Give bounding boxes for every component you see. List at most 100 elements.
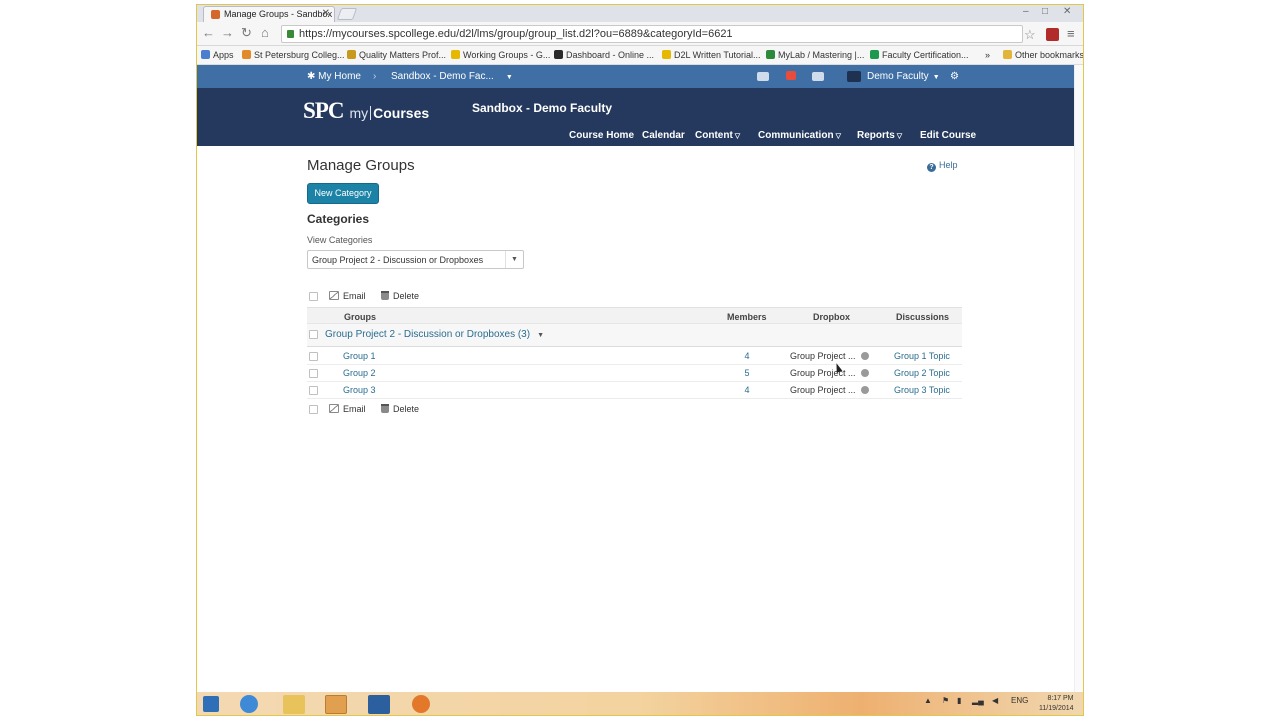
bookmark-dashboard[interactable]: Dashboard - Online ... (554, 50, 654, 60)
info-icon[interactable] (860, 386, 869, 394)
category-link[interactable]: Group Project 2 - Discussion or Dropboxe… (325, 329, 544, 340)
group-name-link[interactable]: Group 1 (343, 351, 376, 361)
bookmark-favicon-icon (242, 50, 251, 59)
dropbox-link[interactable]: Group Project ... (790, 351, 856, 361)
page-content: Manage Groups ? Help New Category Categor… (197, 146, 1083, 692)
dropbox-link[interactable]: Group Project ... (790, 368, 856, 378)
tab-close-icon[interactable]: ✕ (322, 8, 330, 19)
minimize-icon[interactable]: – (1023, 6, 1029, 17)
alert-icon[interactable] (786, 71, 796, 83)
bookmark-working-groups[interactable]: Working Groups - G... (451, 50, 550, 60)
user-avatar-icon (847, 71, 861, 85)
reload-icon[interactable]: ↻ (241, 26, 252, 40)
bookmark-favicon-icon (870, 50, 879, 59)
star-icon[interactable]: ☆ (1024, 27, 1036, 43)
file-explorer-icon[interactable] (283, 695, 305, 714)
group-name-link[interactable]: Group 3 (343, 385, 376, 395)
discussion-link[interactable]: Group 2 Topic (894, 368, 950, 378)
members-count-link[interactable]: 4 (737, 385, 757, 395)
browser-tab[interactable]: Manage Groups - Sandbox ✕ (203, 6, 335, 22)
bookmark-other[interactable]: Other bookmarks (1003, 50, 1084, 60)
bookmark-apps[interactable]: Apps (201, 50, 234, 60)
chevron-down-icon: ▼ (505, 74, 513, 81)
info-icon[interactable] (860, 352, 869, 360)
page-scrollbar[interactable] (1074, 65, 1083, 692)
row-checkbox[interactable] (309, 352, 318, 361)
spc-mycourses-logo[interactable]: SPC my Courses (303, 98, 429, 124)
bookmark-label: D2L Written Tutorial... (674, 50, 761, 60)
nav-communication[interactable]: Communication ▽ (758, 130, 841, 141)
delete-action[interactable]: Delete (381, 291, 419, 301)
lync-icon[interactable] (368, 695, 390, 714)
chevron-down-icon[interactable]: ▼ (537, 332, 544, 339)
table-row: Group 3 4 Group Project ... Group 3 Topi… (307, 382, 962, 399)
bookmark-d2l-tutorial[interactable]: D2L Written Tutorial... (662, 50, 761, 60)
volume-icon[interactable]: ◀ (992, 696, 998, 705)
chevron-down-icon: ▼ (505, 251, 523, 268)
delete-action-bottom[interactable]: Delete (381, 404, 419, 414)
windows-taskbar: ▲ ⚑ ▮ ▂▄ ◀ ENG 8:17 PM 11/19/2014 (197, 692, 1083, 715)
back-icon[interactable]: ← (202, 26, 215, 40)
network-tray-icon[interactable]: ▮ (957, 696, 961, 705)
chevron-down-icon: ▼ (932, 74, 940, 81)
new-tab-button[interactable] (336, 8, 358, 20)
new-category-button[interactable]: New Category (307, 183, 379, 204)
my-home-link[interactable]: ✱ My Home (307, 71, 361, 82)
email-action-bottom[interactable]: Email (329, 404, 366, 414)
help-link[interactable]: ? Help (927, 160, 958, 172)
nav-reports[interactable]: Reports ▽ (857, 130, 902, 141)
user-menu[interactable]: Demo Faculty ▼ (867, 71, 940, 82)
clock-time: 8:17 PM (1047, 695, 1074, 702)
dropbox-link[interactable]: Group Project ... (790, 385, 856, 395)
row-checkbox[interactable] (309, 369, 318, 378)
delete-label: Delete (393, 404, 420, 414)
bookmark-faculty-cert[interactable]: Faculty Certification... (870, 50, 969, 60)
settings-icon[interactable]: ⚙ (950, 71, 959, 82)
group-name-link[interactable]: Group 2 (343, 368, 376, 378)
internet-explorer-icon[interactable] (240, 695, 258, 713)
address-bar[interactable]: https://mycourses.spcollege.edu/d2l/lms/… (281, 25, 1023, 43)
chevron-down-icon: ▽ (734, 133, 741, 140)
nav-content[interactable]: Content ▽ (695, 130, 740, 141)
chrome-icon[interactable] (325, 695, 347, 714)
select-all-checkbox-bottom[interactable] (309, 405, 318, 414)
row-checkbox[interactable] (309, 386, 318, 395)
windows-start-icon[interactable] (203, 696, 219, 712)
signal-icon[interactable]: ▂▄ (972, 696, 984, 705)
members-count-link[interactable]: 5 (737, 368, 757, 378)
email-action[interactable]: Email (329, 291, 366, 301)
extension-icon[interactable] (1046, 28, 1059, 41)
bookmark-mylab[interactable]: MyLab / Mastering |... (766, 50, 864, 60)
bookmarks-overflow-icon[interactable]: » (985, 50, 990, 60)
bookmark-spc[interactable]: St Petersburg Colleg... (242, 50, 345, 60)
my-home-label: My Home (318, 71, 361, 82)
bookmark-quality-matters[interactable]: Quality Matters Prof... (347, 50, 446, 60)
flag-icon[interactable]: ⚑ (942, 696, 949, 705)
category-checkbox[interactable] (309, 330, 318, 339)
view-categories-select[interactable]: Group Project 2 - Discussion or Dropboxe… (307, 250, 524, 269)
browser-menu-icon[interactable]: ≡ (1067, 26, 1075, 41)
discussion-link[interactable]: Group 3 Topic (894, 385, 950, 395)
info-icon[interactable] (860, 369, 869, 377)
close-window-icon[interactable]: ✕ (1063, 6, 1071, 17)
bookmark-label: Other bookmarks (1015, 50, 1084, 60)
tab-title: Manage Groups - Sandbox (224, 9, 333, 19)
firefox-icon[interactable] (412, 695, 430, 713)
email-icon (329, 291, 339, 300)
message-icon[interactable] (757, 72, 769, 84)
forward-icon[interactable]: → (221, 26, 234, 40)
course-title[interactable]: Sandbox - Demo Faculty (472, 101, 612, 115)
home-icon[interactable]: ⌂ (261, 26, 269, 40)
language-indicator[interactable]: ENG (1011, 696, 1028, 705)
tray-expand-icon[interactable]: ▲ (924, 696, 932, 705)
nav-calendar[interactable]: Calendar (642, 130, 685, 141)
chat-icon[interactable] (812, 72, 824, 84)
nav-edit-course[interactable]: Edit Course (920, 130, 976, 141)
members-count-link[interactable]: 4 (737, 351, 757, 361)
select-all-checkbox[interactable] (309, 292, 318, 301)
maximize-icon[interactable]: □ (1042, 6, 1048, 17)
taskbar-clock[interactable]: 8:17 PM 11/19/2014 (1039, 694, 1074, 714)
nav-course-home[interactable]: Course Home (569, 130, 634, 141)
course-switcher[interactable]: Sandbox - Demo Fac... ▼ (391, 71, 513, 82)
discussion-link[interactable]: Group 1 Topic (894, 351, 950, 361)
